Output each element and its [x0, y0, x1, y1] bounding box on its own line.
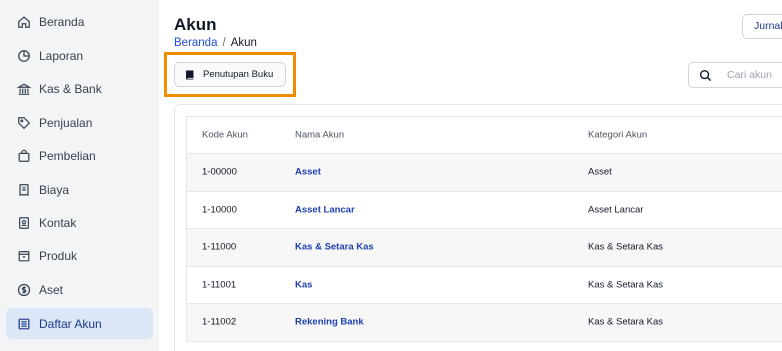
- account-category: Kas & Setara Kas: [588, 241, 663, 253]
- account-code: 1-00000: [202, 166, 237, 178]
- tag-icon: [17, 116, 31, 130]
- contact-book-icon: [17, 216, 31, 230]
- sidebar-item-pembelian[interactable]: Pembelian: [6, 140, 153, 171]
- table-header-row: Kode Akun Nama Akun Kategori Akun: [187, 117, 782, 154]
- column-header-code[interactable]: Kode Akun: [202, 130, 248, 141]
- box-icon: [17, 249, 31, 263]
- account-name-link[interactable]: Asset: [295, 167, 321, 178]
- sidebar-item-beranda[interactable]: Beranda: [6, 6, 153, 37]
- account-name-link[interactable]: Kas & Setara Kas: [295, 242, 374, 253]
- accounts-table: Kode Akun Nama Akun Kategori Akun 1-0000…: [186, 116, 782, 342]
- sidebar-item-penjualan[interactable]: Penjualan: [6, 107, 153, 138]
- pie-chart-icon: [17, 49, 31, 63]
- breadcrumb-current: Akun: [230, 37, 257, 49]
- journal-button[interactable]: Jurnal: [742, 14, 782, 39]
- account-name-link[interactable]: Rekening Bank: [295, 317, 364, 328]
- table-row[interactable]: 1-10000 Asset Lancar Asset Lancar: [187, 192, 782, 229]
- sidebar-item-label: Penjualan: [39, 115, 93, 130]
- sidebar-item-label: Kontak: [39, 215, 77, 230]
- breadcrumb-separator: /: [222, 37, 226, 49]
- sidebar-item-produk[interactable]: Produk: [6, 240, 153, 271]
- account-code: 1-11001: [202, 279, 237, 291]
- breadcrumb-home-link[interactable]: Beranda: [174, 37, 217, 49]
- bank-icon: [17, 82, 31, 96]
- column-header-name[interactable]: Nama Akun: [295, 130, 344, 141]
- table-row[interactable]: 1-11002 Rekening Bank Kas & Setara Kas: [187, 304, 782, 342]
- account-code: 1-10000: [202, 204, 237, 216]
- search-box[interactable]: [688, 62, 782, 88]
- sidebar-item-label: Daftar Akun: [39, 316, 102, 331]
- sidebar-item-label: Biaya: [39, 182, 70, 197]
- account-code: 1-11002: [202, 316, 237, 328]
- closing-books-label: Penutupan Buku: [203, 69, 274, 80]
- search-input[interactable]: [727, 69, 782, 81]
- account-category: Kas & Setara Kas: [588, 316, 663, 328]
- sidebar-item-label: Laporan: [39, 48, 84, 63]
- account-category: Asset: [588, 166, 612, 178]
- dollar-circle-icon: [17, 283, 31, 297]
- table-row[interactable]: 1-00000 Asset Asset: [187, 154, 782, 192]
- book-icon: [184, 69, 196, 81]
- sidebar-item-kas-bank[interactable]: Kas & Bank: [6, 73, 153, 104]
- receipt-icon: [17, 183, 31, 197]
- table-row[interactable]: 1-11000 Kas & Setara Kas Kas & Setara Ka…: [187, 229, 782, 267]
- search-icon: [699, 69, 712, 81]
- column-header-category[interactable]: Kategori Akun: [588, 130, 647, 141]
- sidebar-item-laporan[interactable]: Laporan: [6, 40, 153, 71]
- sidebar: Beranda Laporan Kas & Bank Penjualan Pem…: [0, 0, 159, 351]
- sidebar-item-label: Beranda: [39, 14, 85, 29]
- account-name-link[interactable]: Kas: [295, 279, 312, 290]
- list-icon: [17, 317, 31, 331]
- table-row[interactable]: 1-11001 Kas Kas & Setara Kas: [187, 267, 782, 304]
- account-category: Asset Lancar: [588, 204, 644, 216]
- home-icon: [17, 15, 31, 29]
- breadcrumb: Beranda / Akun: [174, 37, 257, 49]
- account-name-link[interactable]: Asset Lancar: [295, 204, 355, 215]
- sidebar-item-label: Pembelian: [39, 148, 96, 163]
- page-title: Akun: [174, 15, 217, 34]
- account-category: Kas & Setara Kas: [588, 279, 663, 291]
- sidebar-item-label: Aset: [39, 282, 64, 297]
- sidebar-item-biaya[interactable]: Biaya: [6, 174, 153, 205]
- sidebar-item-daftar-akun[interactable]: Daftar Akun: [6, 308, 153, 339]
- sidebar-item-label: Kas & Bank: [39, 81, 102, 96]
- sidebar-item-label: Produk: [39, 248, 78, 263]
- sidebar-item-kontak[interactable]: Kontak: [6, 207, 153, 238]
- closing-books-button[interactable]: Penutupan Buku: [174, 62, 286, 87]
- account-code: 1-11000: [202, 241, 237, 253]
- sidebar-item-aset[interactable]: Aset: [6, 274, 153, 305]
- shopping-bag-icon: [17, 149, 31, 163]
